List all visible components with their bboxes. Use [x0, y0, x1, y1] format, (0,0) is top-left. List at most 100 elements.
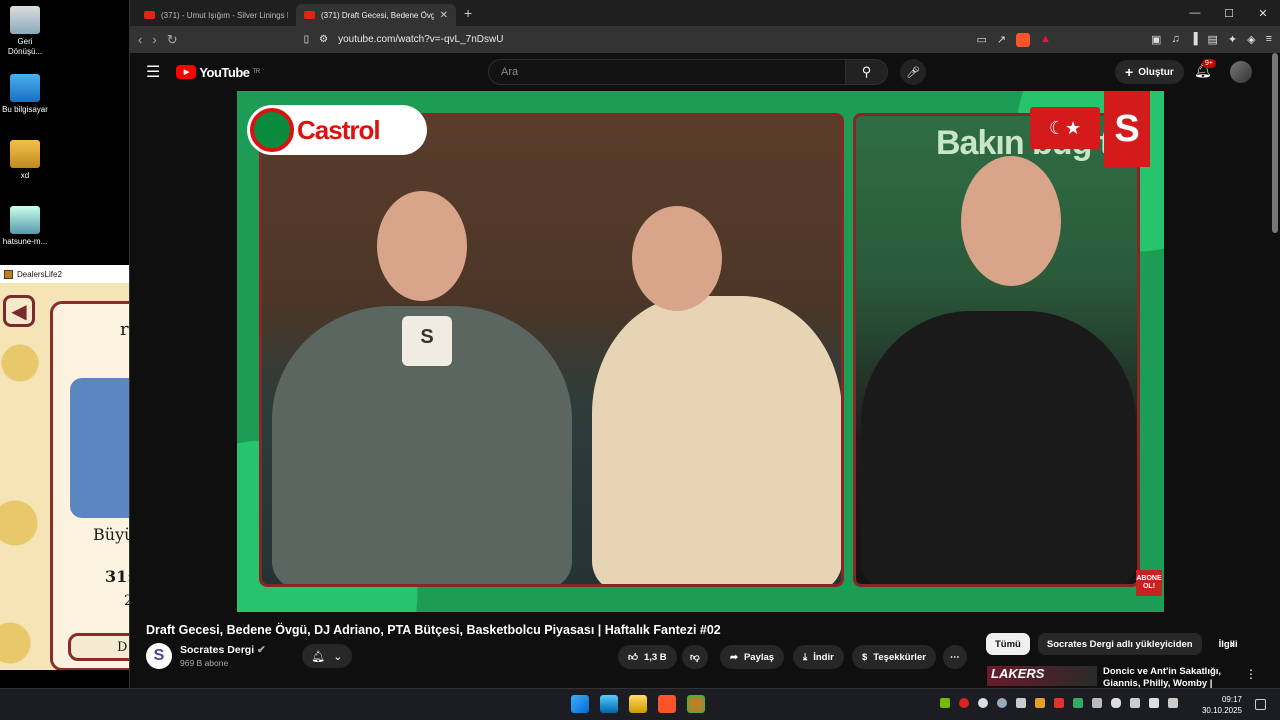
record-icon[interactable]: [959, 698, 969, 708]
thanks-icon: $: [862, 651, 868, 663]
game-app-icon: [4, 269, 13, 279]
chip-all[interactable]: Tümü: [986, 633, 1030, 655]
tab-music[interactable]: (371) - Umut Işığım - Silver Linings Pl: [136, 4, 296, 26]
more-actions-button[interactable]: ⋯: [943, 645, 967, 669]
youtube-favicon-icon: [144, 11, 155, 19]
back-arrow-icon[interactable]: ◀: [3, 295, 35, 327]
media-icon[interactable]: ♫: [1171, 33, 1179, 47]
network-app-icon[interactable]: [1016, 698, 1026, 708]
back-icon[interactable]: ‹: [138, 32, 142, 47]
maximize-icon[interactable]: ☐: [1212, 7, 1246, 20]
brave-shield-icon[interactable]: [1016, 32, 1031, 47]
game-window[interactable]: DealersLife2 ◀ r Büyü 31: 2 D: [0, 265, 130, 670]
image-shortcut[interactable]: hatsune-m...: [0, 206, 50, 247]
subscribe-watermark[interactable]: ABONE OL!: [1136, 570, 1162, 596]
reload-icon[interactable]: ↻: [167, 32, 178, 48]
kebab-menu-icon[interactable]: ⋮: [1245, 667, 1257, 681]
leo-icon[interactable]: ✦: [1228, 33, 1237, 47]
tab-video[interactable]: (371) Draft Gecesi, Bedene Övgü ✕: [296, 4, 456, 26]
notification-count: 9+: [1202, 59, 1216, 68]
computer-icon: [10, 74, 40, 102]
person-right: [861, 311, 1136, 584]
card-heading: r: [120, 319, 129, 340]
steam-icon[interactable]: [997, 698, 1007, 708]
video-player[interactable]: S Bakın bug ti Castrol ☾★ S ABONE OL!: [237, 91, 1164, 612]
youtube-logo[interactable]: ▶ YouTube TR: [176, 65, 261, 80]
folder-shortcut[interactable]: xd: [0, 140, 50, 181]
card-button[interactable]: D: [68, 633, 130, 661]
tab-bar: (371) - Umut Işığım - Silver Linings Pl …: [130, 0, 1280, 26]
chevron-right-icon[interactable]: ›: [1230, 636, 1234, 651]
url-field[interactable]: ▯ ⚙ youtube.com/watch?v=-qvL_7nDswU: [194, 30, 814, 50]
sidebar-icon[interactable]: ▐: [1190, 33, 1198, 47]
thanks-button[interactable]: $ Teşekkürler: [852, 645, 936, 669]
computer-shortcut[interactable]: Bu bilgisayar: [0, 74, 50, 115]
hamburger-menu-icon[interactable]: ☰: [146, 62, 160, 82]
photos-icon[interactable]: [600, 695, 618, 713]
wallet-icon[interactable]: ▤: [1207, 33, 1217, 47]
close-window-icon[interactable]: ✕: [1246, 7, 1280, 20]
share-button[interactable]: ➦ Paylaş: [720, 645, 785, 669]
minimize-icon[interactable]: —: [1178, 7, 1212, 20]
recycle-bin-icon: [10, 6, 40, 34]
sponsor-text: Castrol: [297, 114, 381, 145]
start-icon[interactable]: [571, 695, 589, 713]
channel-name[interactable]: Socrates Dergi ✔: [180, 644, 266, 656]
notification-center-icon[interactable]: [1255, 699, 1266, 710]
vpn-icon[interactable]: ◈: [1247, 33, 1255, 47]
clock[interactable]: 09:17 30.10.2025: [1202, 694, 1242, 716]
avatar[interactable]: [1230, 61, 1252, 83]
tray-app-icon[interactable]: [1035, 698, 1045, 708]
new-tab-button[interactable]: +: [464, 5, 472, 21]
display-icon[interactable]: [1130, 698, 1140, 708]
chip-channel[interactable]: Socrates Dergi adlı yükleyiciden: [1037, 633, 1202, 655]
youtube-page: ☰ ▶ YouTube TR Ara ⚲ 🎤︎ + Oluştur 🔔︎9+: [130, 53, 1271, 701]
game-titlebar[interactable]: DealersLife2: [0, 265, 130, 283]
discord-icon[interactable]: [978, 698, 988, 708]
download-button[interactable]: ⤓ İndir: [793, 645, 844, 669]
brave-icon[interactable]: [658, 695, 676, 713]
subscribed-button[interactable]: 🔔︎ ⌄: [301, 644, 352, 668]
channel-avatar[interactable]: S: [146, 643, 172, 669]
forward-icon[interactable]: ›: [152, 32, 156, 47]
cast-icon[interactable]: ▭: [977, 33, 987, 47]
close-tab-icon[interactable]: ✕: [440, 10, 448, 21]
like-button[interactable]: 👍︎ 1,3 B: [618, 645, 677, 669]
game-title: DealersLife2: [17, 269, 62, 279]
menu-icon[interactable]: ≡: [1266, 33, 1272, 47]
search-button[interactable]: ⚲: [846, 59, 888, 85]
game-taskbar-icon[interactable]: [687, 695, 705, 713]
volume-icon[interactable]: [1149, 698, 1159, 708]
recycle-bin-shortcut[interactable]: Geri Dönüşü...: [0, 6, 50, 57]
youtube-header: ☰ ▶ YouTube TR Ara ⚲ 🎤︎ + Oluştur 🔔︎ 9+: [130, 53, 1271, 91]
channel-row: S Socrates Dergi ✔ 969 B abone 🔔︎ ⌄: [146, 643, 352, 669]
file-explorer-icon[interactable]: [629, 695, 647, 713]
voice-search-icon[interactable]: 🎤︎: [900, 59, 926, 85]
logo-region: TR: [252, 69, 261, 75]
person-middle-head: [632, 206, 722, 311]
bookmark-icon[interactable]: ▯: [304, 34, 310, 45]
search-box: Ara ⚲: [488, 59, 888, 85]
nvidia-icon[interactable]: [940, 698, 950, 708]
tray-app-icon[interactable]: [1073, 698, 1083, 708]
clock-date: 30.10.2025: [1201, 706, 1242, 715]
microphone-icon[interactable]: [1111, 698, 1121, 708]
tab-label: (371) Draft Gecesi, Bedene Övgü: [321, 10, 434, 20]
desktop-icon-label: hatsune-m...: [2, 237, 48, 246]
dislike-button[interactable]: 👎︎: [682, 645, 708, 669]
site-info-icon[interactable]: ⚙: [319, 34, 328, 45]
video-left-panel: S: [259, 113, 844, 587]
tray-app-icon[interactable]: [1054, 698, 1064, 708]
person-middle: [592, 296, 841, 584]
tray-app-icon[interactable]: [1092, 698, 1102, 708]
notifications-bell-icon[interactable]: 🔔︎ 9+: [1194, 59, 1216, 79]
create-button[interactable]: + Oluştur: [1115, 60, 1184, 84]
screenshot-icon[interactable]: ▣: [1151, 33, 1161, 47]
search-input[interactable]: Ara: [488, 59, 846, 85]
share-icon[interactable]: ↗: [997, 33, 1006, 47]
scrollbar[interactable]: [1272, 53, 1278, 233]
rewards-icon[interactable]: ▲: [1040, 33, 1051, 47]
create-label: Oluştur: [1138, 66, 1174, 78]
folder-icon: [10, 140, 40, 168]
battery-icon[interactable]: [1168, 698, 1178, 708]
